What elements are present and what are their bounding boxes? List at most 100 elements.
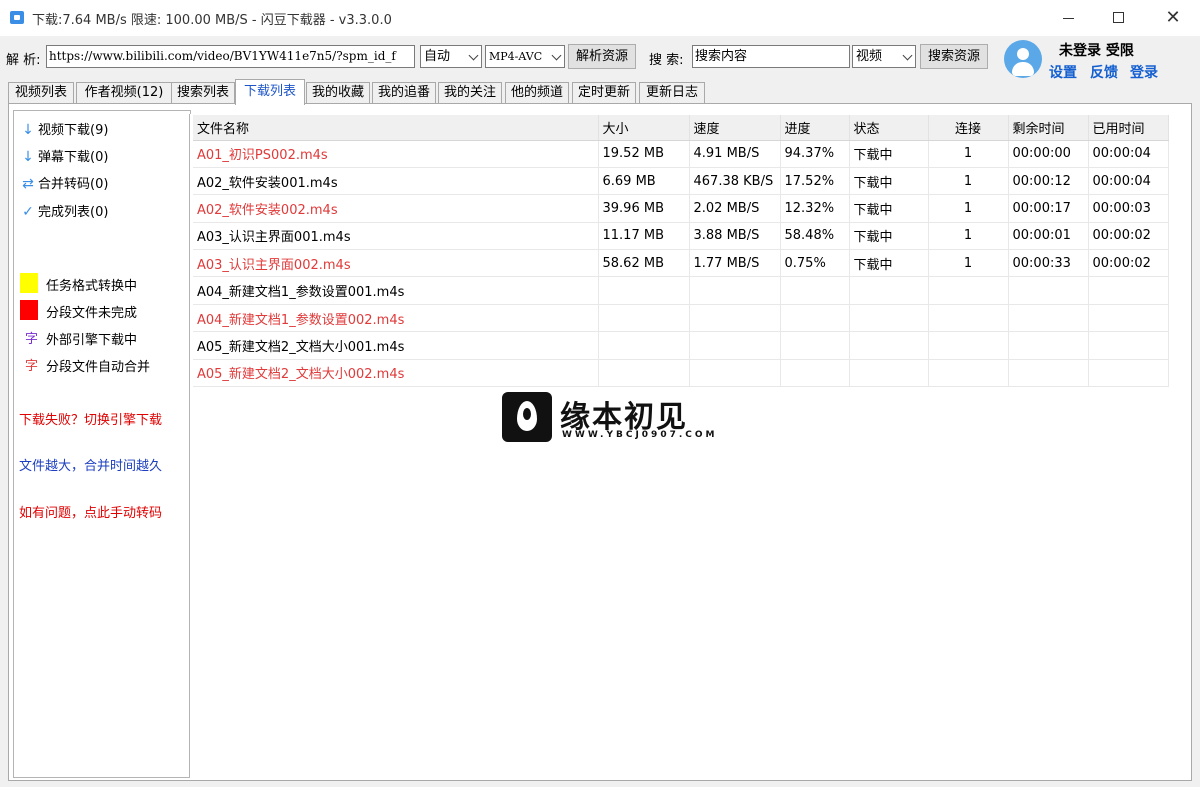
check-icon: ✓ bbox=[22, 204, 34, 220]
toolbar: 解 析: https://www.bilibili.com/video/BV1Y… bbox=[0, 42, 1000, 72]
cell-progress: 0.75% bbox=[780, 249, 850, 278]
login-status: 未登录 受限 bbox=[1059, 43, 1134, 59]
settings-link[interactable]: 设置 bbox=[1049, 62, 1077, 82]
cell-connections bbox=[928, 304, 1009, 333]
cell-connections: 1 bbox=[928, 167, 1009, 196]
cell-status: 下载中 bbox=[849, 194, 929, 223]
cell-connections: 1 bbox=[928, 222, 1009, 251]
tab-video-list[interactable]: 视频列表 bbox=[8, 82, 74, 104]
cell-progress bbox=[780, 304, 850, 333]
search-type-select[interactable]: 视频 bbox=[852, 45, 916, 68]
cell-filename: A03_认识主界面002.m4s bbox=[193, 249, 599, 278]
cell-speed: 4.91 MB/S bbox=[689, 140, 781, 168]
cell-status: 下载中 bbox=[849, 222, 929, 251]
cell-elapsed bbox=[1088, 359, 1169, 388]
parse-button[interactable]: 解析资源 bbox=[568, 44, 636, 69]
minimize-button[interactable] bbox=[1042, 0, 1096, 36]
manual-transcode-link[interactable]: 如有问题，点此手动转码 bbox=[19, 502, 162, 521]
col-connections[interactable]: 连接 bbox=[928, 115, 1009, 141]
cell-size: 6.69 MB bbox=[598, 167, 690, 196]
cell-elapsed bbox=[1088, 304, 1169, 333]
cell-progress bbox=[780, 359, 850, 388]
search-button[interactable]: 搜索资源 bbox=[920, 44, 988, 69]
maximize-icon bbox=[1113, 12, 1124, 23]
cell-filename: A01_初识PS002.m4s bbox=[193, 140, 599, 168]
table-row[interactable]: A03_认识主界面002.m4s 58.62 MB 1.77 MB/S 0.75% 下载… bbox=[193, 249, 1169, 278]
login-link[interactable]: 登录 bbox=[1130, 62, 1158, 82]
table-row[interactable]: A05_新建文档2_文档大小001.m4s bbox=[193, 331, 1169, 360]
table-row[interactable]: A02_软件安装002.m4s 39.96 MB 2.02 MB/S 12.32% 下载… bbox=[193, 194, 1169, 223]
col-status[interactable]: 状态 bbox=[849, 115, 929, 141]
quality-select[interactable]: 自动 bbox=[420, 45, 482, 68]
tab-my-follows[interactable]: 我的关注 bbox=[438, 82, 502, 104]
tab-my-bangumi[interactable]: 我的追番 bbox=[372, 82, 436, 104]
table-row[interactable]: A01_初识PS002.m4s 19.52 MB 4.91 MB/S 94.37% 下载… bbox=[193, 140, 1169, 168]
col-filename[interactable]: 文件名称 bbox=[193, 115, 599, 141]
swap-icon: ⇄ bbox=[22, 176, 34, 192]
cell-elapsed: 00:00:02 bbox=[1088, 222, 1169, 251]
cell-connections: 1 bbox=[928, 194, 1009, 223]
cell-status: 下载中 bbox=[849, 249, 929, 278]
table-row[interactable]: A04_新建文档1_参数设置001.m4s bbox=[193, 276, 1169, 305]
codec-select-value: MP4-AVC bbox=[489, 50, 543, 63]
cell-remaining bbox=[1008, 359, 1089, 388]
col-speed[interactable]: 速度 bbox=[689, 115, 781, 141]
cell-size bbox=[598, 276, 690, 305]
cell-status bbox=[849, 359, 929, 388]
tab-scheduled-update[interactable]: 定时更新 bbox=[572, 82, 636, 104]
feedback-link[interactable]: 反馈 bbox=[1090, 62, 1118, 82]
switch-engine-link[interactable]: 下载失败？切换引擎下载 bbox=[19, 409, 162, 428]
tab-author-videos[interactable]: 作者视频(12) bbox=[76, 82, 172, 104]
codec-select[interactable]: MP4-AVC bbox=[485, 45, 565, 68]
table-row[interactable]: A02_软件安装001.m4s 6.69 MB 467.38 KB/S 17.52% 下… bbox=[193, 167, 1169, 196]
table-header: 文件名称 大小 速度 进度 状态 连接 剩余时间 已用时间 bbox=[193, 115, 1169, 141]
table-row[interactable]: A04_新建文档1_参数设置002.m4s bbox=[193, 304, 1169, 333]
cell-size: 19.52 MB bbox=[598, 140, 690, 168]
merge-time-notice: 文件越大，合并时间越久 bbox=[19, 459, 163, 474]
cell-elapsed bbox=[1088, 331, 1169, 360]
search-input[interactable]: 搜索内容 bbox=[692, 45, 850, 68]
search-type-value: 视频 bbox=[856, 49, 883, 64]
tab-changelog[interactable]: 更新日志 bbox=[639, 82, 705, 104]
watermark: 缘本初见 WWW.YBCJ0907.COM bbox=[502, 392, 714, 444]
tab-their-channel[interactable]: 他的频道 bbox=[505, 82, 569, 104]
cell-remaining bbox=[1008, 304, 1089, 333]
tab-my-favorites[interactable]: 我的收藏 bbox=[306, 82, 370, 104]
col-elapsed[interactable]: 已用时间 bbox=[1088, 115, 1169, 141]
zi-glyph-red: 字 bbox=[25, 359, 39, 374]
close-button[interactable]: ✕ bbox=[1146, 0, 1200, 36]
chevron-down-icon bbox=[551, 50, 562, 61]
url-input[interactable]: https://www.bilibili.com/video/BV1YW411e… bbox=[46, 45, 415, 68]
sidebar-item-merge-transcode[interactable]: ⇄ 合并转码(0) bbox=[18, 173, 108, 192]
cell-speed: 1.77 MB/S bbox=[689, 249, 781, 278]
yellow-swatch bbox=[20, 273, 38, 293]
app-icon bbox=[10, 11, 24, 24]
cell-progress bbox=[780, 331, 850, 360]
cell-connections bbox=[928, 276, 1009, 305]
tab-download-list[interactable]: 下载列表 bbox=[235, 79, 305, 105]
table-row[interactable]: A03_认识主界面001.m4s 11.17 MB 3.88 MB/S 58.48% 下… bbox=[193, 222, 1169, 251]
cell-elapsed bbox=[1088, 276, 1169, 305]
sidebar-item-video-download[interactable]: ↓ 视频下载(9) bbox=[18, 119, 108, 138]
cell-speed bbox=[689, 359, 781, 388]
sidebar-item-completed[interactable]: ✓ 完成列表(0) bbox=[18, 201, 108, 220]
cell-elapsed: 00:00:03 bbox=[1088, 194, 1169, 223]
cell-size: 39.96 MB bbox=[598, 194, 690, 223]
minimize-icon bbox=[1063, 18, 1074, 19]
cell-connections bbox=[928, 331, 1009, 360]
tab-search-list[interactable]: 搜索列表 bbox=[171, 82, 235, 104]
cell-connections bbox=[928, 359, 1009, 388]
col-progress[interactable]: 进度 bbox=[780, 115, 850, 141]
cell-progress: 58.48% bbox=[780, 222, 850, 251]
table-row[interactable]: A05_新建文档2_文档大小002.m4s bbox=[193, 359, 1169, 388]
col-size[interactable]: 大小 bbox=[598, 115, 690, 141]
cell-speed: 467.38 KB/S bbox=[689, 167, 781, 196]
maximize-button[interactable] bbox=[1092, 0, 1146, 36]
avatar-icon[interactable] bbox=[1004, 40, 1042, 78]
cell-remaining bbox=[1008, 276, 1089, 305]
cell-speed bbox=[689, 304, 781, 333]
cell-remaining: 00:00:33 bbox=[1008, 249, 1089, 278]
cell-elapsed: 00:00:02 bbox=[1088, 249, 1169, 278]
col-remaining[interactable]: 剩余时间 bbox=[1008, 115, 1089, 141]
sidebar-item-danmaku-download[interactable]: ↓ 弹幕下载(0) bbox=[18, 146, 108, 165]
